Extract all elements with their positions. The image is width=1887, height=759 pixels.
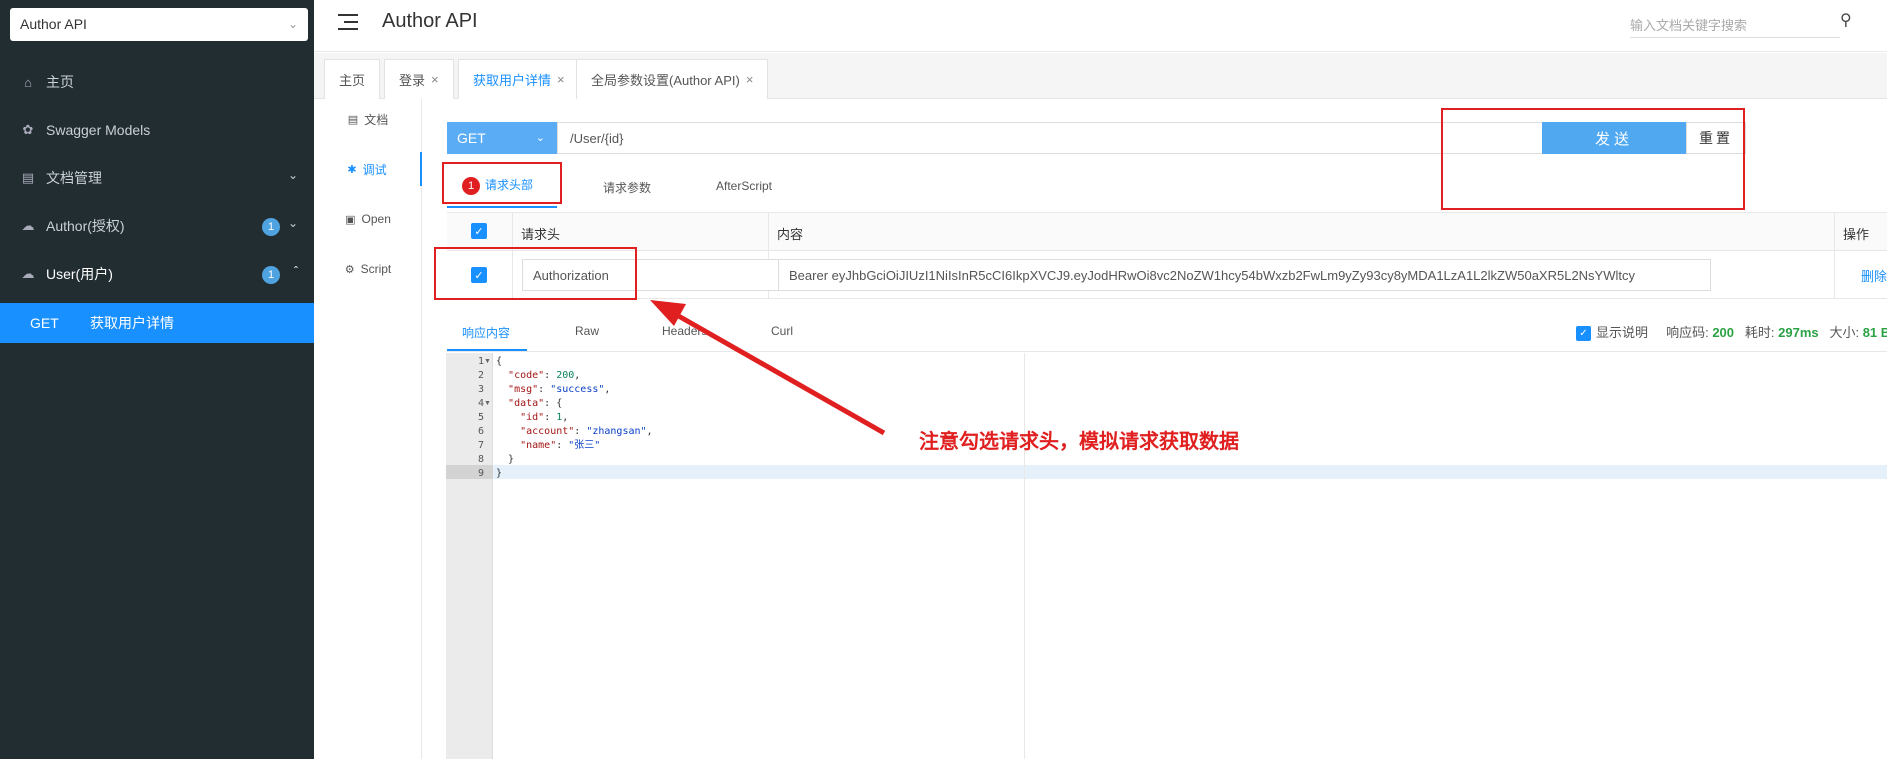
annotation-arrow [650, 300, 886, 436]
annotation-text: 注意勾选请求头，模拟请求获取数据 [919, 431, 1239, 453]
